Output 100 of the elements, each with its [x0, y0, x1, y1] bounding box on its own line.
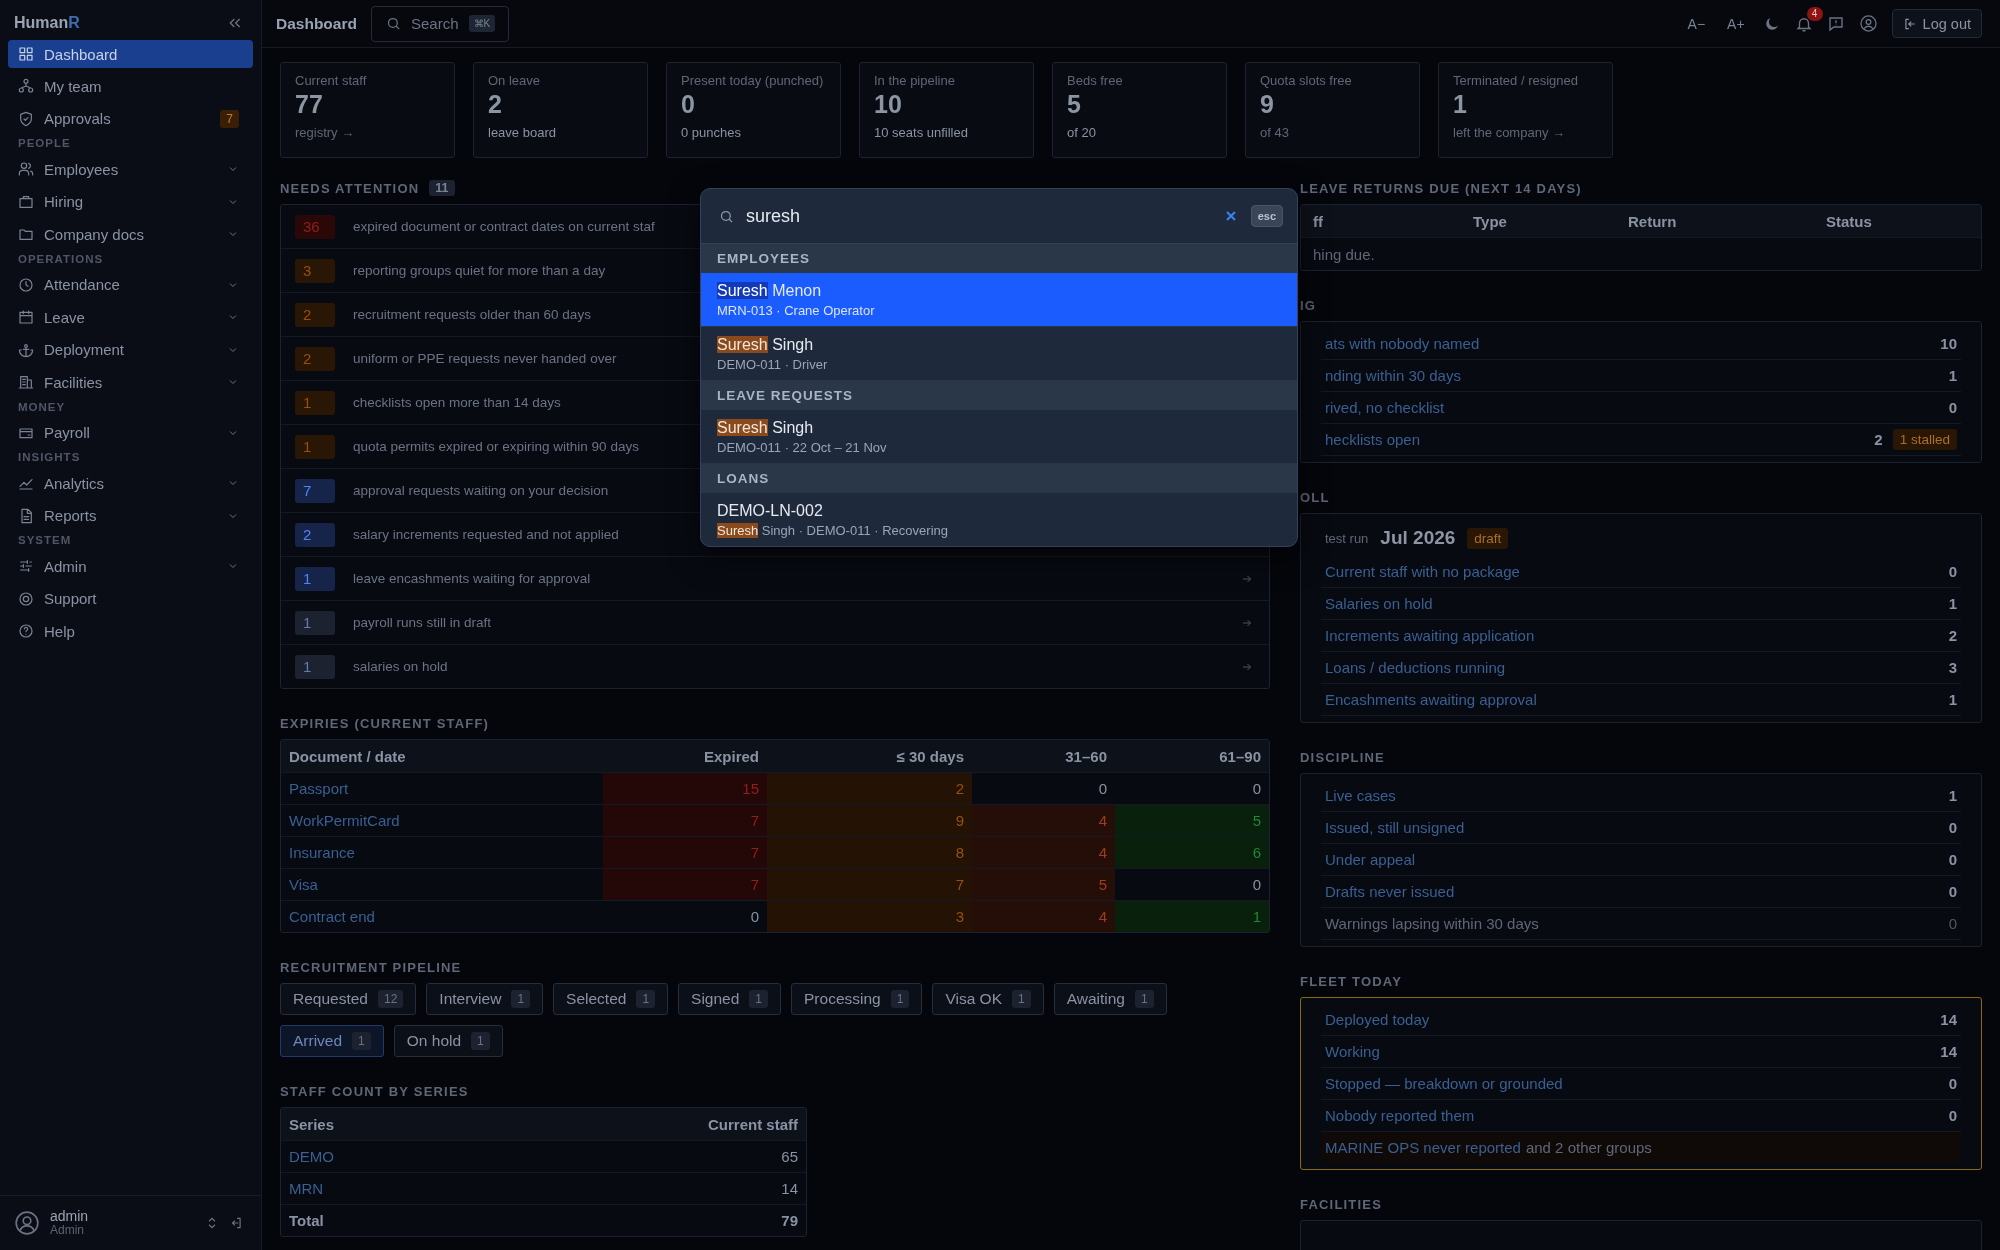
nav-item[interactable]: Help — [8, 615, 253, 648]
run-period: Jul 2026 — [1380, 527, 1456, 549]
stat-card[interactable]: In the pipeline 10 10 seats unfilled — [859, 62, 1034, 158]
nav-item[interactable]: Company docs — [8, 218, 253, 251]
column-header: ≤ 30 days — [895, 746, 965, 767]
table-cell-text: 65 — [780, 1147, 799, 1167]
note-text: and 2 other groups — [1525, 1139, 1652, 1156]
count-badge: 1 — [295, 434, 335, 459]
nav-item[interactable]: Support — [8, 582, 253, 615]
count-badge: 1 — [295, 610, 335, 635]
count-badge: 2 — [295, 302, 335, 327]
stat-card[interactable]: Current staff 77 registry → — [280, 62, 455, 158]
nav-item[interactable]: My team — [8, 70, 253, 103]
nav-label: Help — [44, 622, 76, 640]
attention-text: checklists open more than 14 days — [353, 395, 561, 410]
column-header: 31–60 — [1064, 746, 1108, 767]
table-cell: 3 — [767, 901, 972, 932]
pipeline-stage[interactable]: Awaiting 1 — [1053, 983, 1167, 1015]
nav-label: Company docs — [44, 225, 146, 243]
section-title: FACILITIES — [1300, 1196, 1383, 1212]
attention-text: expired document or contract dates on current staf — [353, 219, 655, 234]
nav-item[interactable]: Leave — [8, 301, 253, 334]
page-title: Dashboard — [276, 14, 357, 33]
search-result[interactable]: Suresh Menon MRN-013 · Crane Operator — [701, 273, 1297, 327]
count-badge: 7 — [295, 478, 335, 503]
result-group-heading: EMPLOYEES — [717, 251, 811, 266]
font-smaller-button[interactable]: A− — [1683, 15, 1710, 32]
pipeline-stage[interactable]: Processing 1 — [791, 983, 923, 1015]
nav-label: Admin — [44, 557, 88, 575]
metric-value: 0 — [1948, 883, 1957, 900]
nav-label: Reports — [44, 507, 98, 525]
stat-value: 2 — [488, 90, 503, 119]
stat-card[interactable]: Beds free 5 of 20 — [1052, 62, 1227, 158]
nav-item[interactable]: Admin — [8, 550, 253, 583]
esc-key[interactable]: esc — [1250, 205, 1283, 227]
logout-button[interactable]: Log out — [1891, 9, 1982, 38]
stat-card[interactable]: Present today (punched) 0 0 punches — [666, 62, 841, 158]
nav-item[interactable]: Analytics — [8, 467, 253, 500]
result-title: Suresh Singh — [717, 418, 814, 437]
font-larger-button[interactable]: A+ — [1723, 15, 1749, 32]
pipeline-stage[interactable]: Requested 12 — [280, 983, 417, 1015]
nav-label: Employees — [44, 160, 120, 178]
metric-value: 1 — [1948, 595, 1957, 612]
table-cell: 4 — [972, 901, 1115, 932]
nav-item[interactable]: Attendance — [8, 268, 253, 301]
nav-section-heading: SYSTEM — [17, 533, 73, 548]
stat-card[interactable]: Terminated / resigned 1 left the company → — [1438, 62, 1613, 158]
search-field[interactable]: suresh — [746, 205, 1211, 227]
stat-caption: 0 punches — [681, 125, 742, 140]
pipeline-stage[interactable]: Signed 1 — [678, 983, 782, 1015]
table-cell: 6 — [1115, 837, 1269, 868]
stat-caption: left the company → — [1453, 125, 1566, 140]
attention-text: salary increments requested and not applied — [353, 527, 619, 542]
stat-card[interactable]: Quota slots free 9 of 43 — [1245, 62, 1420, 158]
nav-item[interactable]: Reports — [8, 499, 253, 532]
stat-label: Present today (punched) — [681, 73, 825, 88]
user-role: Admin — [50, 1224, 85, 1238]
nav-item[interactable]: Deployment — [8, 333, 253, 366]
pipeline-stage[interactable]: On hold 1 — [393, 1025, 503, 1057]
count-badge: 7 — [220, 109, 239, 128]
stat-value: 5 — [1067, 90, 1082, 119]
nav-item[interactable]: Employees — [8, 153, 253, 186]
search-button[interactable]: Search ⌘K — [370, 5, 509, 42]
pipeline-stage[interactable]: Visa OK 1 — [932, 983, 1044, 1015]
column-header: Status — [1825, 211, 1873, 232]
section-title: OLL — [1300, 489, 1330, 505]
table-cell-text: 0 — [749, 907, 760, 927]
search-result[interactable]: DEMO-LN-002 Suresh Singh · DEMO-011 · Recovering — [701, 493, 1297, 546]
table-cell: 8 — [767, 837, 972, 868]
table-cell: 1 — [1115, 901, 1269, 932]
nav-label: Analytics — [44, 474, 106, 492]
pipeline-stage[interactable]: Selected 1 — [553, 983, 669, 1015]
nav-label: Leave — [44, 308, 86, 326]
count-badge: 2 — [295, 522, 335, 547]
stat-card[interactable]: On leave 2 leave board — [473, 62, 648, 158]
nav-item[interactable]: Facilities — [8, 366, 253, 399]
stat-label: Terminated / resigned — [1453, 73, 1579, 88]
metric-value: 10 — [1940, 335, 1957, 352]
pipeline-stage[interactable]: Interview 1 — [426, 983, 544, 1015]
search-placeholder: Search — [410, 15, 459, 32]
nav-label: Dashboard — [44, 45, 119, 63]
nav-item[interactable]: Approvals 7 — [8, 102, 253, 135]
nav-label: Approvals — [44, 110, 112, 128]
nav-item[interactable]: Hiring — [8, 185, 253, 218]
nav-item[interactable]: Payroll — [8, 416, 253, 449]
nav-item[interactable]: Dashboard — [8, 40, 253, 68]
stat-label: Quota slots free — [1260, 73, 1353, 88]
stat-label: On leave — [488, 73, 542, 88]
stat-caption: of 20 — [1067, 125, 1097, 140]
table-cell: 9 — [767, 805, 972, 836]
result-group-heading: LOANS — [717, 471, 770, 486]
column-header: Document / date — [288, 746, 407, 767]
stat-caption: registry → — [295, 125, 356, 140]
pipeline-stage[interactable]: Arrived 1 — [280, 1025, 384, 1057]
result-group-heading: LEAVE REQUESTS — [717, 388, 854, 403]
table-cell-text: 14 — [780, 1179, 799, 1199]
table-cell: 5 — [972, 869, 1115, 900]
stat-value: 77 — [295, 90, 324, 119]
column-header: ff — [1312, 211, 1324, 232]
run-label: test run — [1325, 530, 1369, 546]
